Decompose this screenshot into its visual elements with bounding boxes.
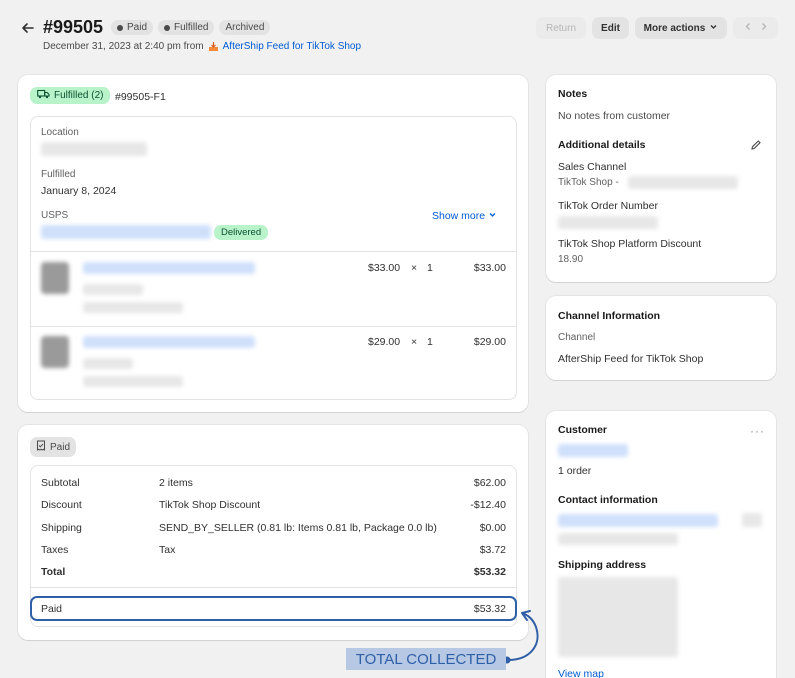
paid-badge: Paid	[111, 20, 154, 35]
annotation-arrow-icon	[503, 610, 539, 664]
product-title-redacted[interactable]	[83, 262, 255, 274]
next-order-icon[interactable]	[760, 22, 768, 34]
fulfillment-details: Location Fulfilled January 8, 2024 USPS …	[30, 116, 517, 400]
fulfilled-badge: Fulfilled	[158, 20, 215, 35]
product-title-redacted[interactable]	[83, 336, 255, 348]
customer-name-redacted[interactable]	[558, 444, 628, 457]
paid-status-badge: Paid	[30, 437, 77, 457]
chevron-down-icon	[488, 210, 497, 222]
line-item-total: $33.00	[473, 262, 506, 274]
edit-button[interactable]: Edit	[592, 17, 629, 39]
contact-phone-redacted	[558, 533, 678, 545]
customer-title: Customer	[558, 424, 608, 436]
prev-next-buttons	[733, 17, 778, 39]
sales-channel-value-redacted	[628, 176, 738, 189]
edit-pencil-icon[interactable]	[750, 139, 762, 154]
notes-text: No notes from customer	[558, 110, 671, 122]
contact-info-title: Contact information	[558, 494, 658, 506]
times-sign: ×	[411, 262, 418, 274]
previous-order-icon[interactable]	[744, 22, 752, 34]
chevron-down-icon	[709, 22, 718, 34]
status-badges: Paid Fulfilled Archived	[111, 20, 271, 35]
tiktok-order-number-redacted	[558, 216, 658, 229]
product-thumbnail[interactable]	[41, 262, 69, 294]
line-item-price: $29.00	[368, 336, 401, 348]
paid-highlight-box	[30, 596, 517, 621]
notes-title: Notes	[558, 88, 588, 100]
channel-value: AfterShip Feed for TikTok Shop	[558, 353, 704, 365]
product-sku-redacted	[83, 376, 183, 387]
view-map-link[interactable]: View map	[558, 668, 604, 678]
customer-card: Customer ··· 1 order Contact information…	[546, 411, 776, 678]
product-variant-redacted	[83, 284, 143, 295]
back-arrow-icon[interactable]	[20, 20, 36, 36]
more-actions-button[interactable]: More actions	[635, 17, 727, 39]
carrier-label: USPS	[41, 210, 69, 221]
fulfilled-label: Fulfilled	[41, 169, 76, 180]
location-label: Location	[41, 127, 79, 138]
show-more-link[interactable]: Show more	[432, 210, 497, 222]
notes-card: Notes No notes from customer Additional …	[546, 75, 776, 282]
customer-orders: 1 order	[558, 465, 592, 477]
channel-label: Channel	[558, 332, 596, 343]
channel-card: Channel Information Channel AfterShip Fe…	[546, 296, 776, 380]
platform-discount-label: TikTok Shop Platform Discount	[558, 238, 702, 250]
copy-email-icon[interactable]	[742, 513, 762, 527]
archived-badge: Archived	[219, 20, 271, 35]
fulfilled-status-badge: Fulfilled (2)	[30, 87, 111, 104]
fulfillment-id: #99505-F1	[115, 91, 166, 103]
fulfilled-date: January 8, 2024	[41, 185, 117, 197]
total-collected-annotation: TOTAL COLLECTED	[346, 648, 506, 670]
line-item-qty: 1	[427, 262, 433, 274]
location-value-redacted	[41, 142, 147, 156]
line-item: $29.00 × 1 $29.00	[31, 327, 516, 401]
return-button[interactable]: Return	[536, 17, 586, 39]
product-sku-redacted	[83, 302, 183, 313]
times-sign: ×	[411, 336, 418, 348]
truck-icon	[37, 89, 50, 102]
tracking-number-redacted[interactable]	[41, 225, 211, 239]
line-item: $33.00 × 1 $33.00	[31, 252, 516, 326]
more-options-icon[interactable]: ···	[750, 424, 765, 438]
more-actions-label: More actions	[643, 22, 706, 34]
line-item-price: $33.00	[368, 262, 401, 274]
fulfillment-card: Fulfilled (2) #99505-F1 Location Fulfill…	[18, 75, 528, 412]
line-item-total: $29.00	[473, 336, 506, 348]
order-date: December 31, 2023 at 2:40 pm from	[43, 41, 204, 52]
sales-channel-value: TikTok Shop -	[558, 177, 619, 188]
delivered-badge: Delivered	[214, 225, 269, 240]
line-item-qty: 1	[427, 336, 433, 348]
receipt-icon	[36, 440, 46, 454]
platform-discount-value: 18.90	[558, 254, 584, 265]
tiktok-order-number-label: TikTok Order Number	[558, 200, 658, 212]
contact-email-redacted[interactable]	[558, 514, 718, 527]
channel-title: Channel Information	[558, 310, 661, 322]
additional-details-title: Additional details	[558, 139, 646, 151]
page-title: #99505	[43, 17, 104, 37]
product-thumbnail[interactable]	[41, 336, 69, 368]
shipping-address-title: Shipping address	[558, 559, 647, 571]
shipping-address-redacted	[558, 577, 678, 657]
source-link[interactable]: AfterShip Feed for TikTok Shop	[223, 41, 361, 52]
sales-channel-label: Sales Channel	[558, 161, 627, 173]
order-date-line: December 31, 2023 at 2:40 pm from AfterS…	[43, 41, 361, 52]
aftership-logo-icon	[208, 41, 219, 52]
product-variant-redacted	[83, 358, 133, 369]
